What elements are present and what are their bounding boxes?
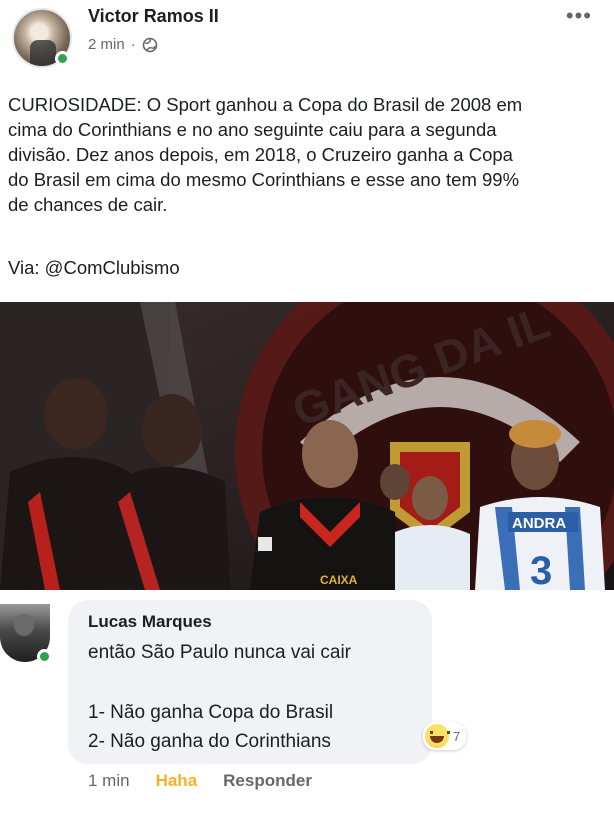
- meta-separator: ·: [130, 36, 136, 53]
- post-text-line: cima do Corinthians e no ano seguinte ca…: [8, 119, 497, 140]
- reaction-count: 7: [453, 728, 461, 744]
- comment-text-line: 1- Não ganha Copa do Brasil: [88, 702, 334, 723]
- globe-icon: [142, 37, 158, 53]
- post-photo[interactable]: GANG DA IL CAIXA ANDRA 3: [0, 302, 614, 590]
- svg-text:CAIXA: CAIXA: [320, 573, 358, 587]
- post-header: Victor Ramos II 2 min · •••: [0, 0, 614, 80]
- post-timestamp[interactable]: 2 min: [88, 36, 125, 53]
- comment-timestamp[interactable]: 1 min: [88, 771, 130, 791]
- comment-text-line: 2- Não ganha do Corinthians: [88, 731, 331, 752]
- comment-reaction-summary[interactable]: 7: [423, 722, 467, 750]
- comment-text-line: então São Paulo nunca vai cair: [88, 642, 352, 663]
- online-status-icon: [55, 51, 70, 66]
- haha-reaction-button[interactable]: Haha: [156, 771, 198, 791]
- jersey-sponsor: ANDRA: [512, 515, 566, 532]
- reply-button[interactable]: Responder: [223, 771, 312, 791]
- comment-actions: 1 min Haha Responder: [88, 771, 312, 791]
- haha-reaction-icon: [425, 724, 450, 748]
- author-avatar[interactable]: [12, 8, 72, 68]
- post-text-line: divisão. Dez anos depois, em 2018, o Cru…: [8, 144, 513, 165]
- comment-author-name[interactable]: Lucas Marques: [88, 612, 212, 632]
- commenter-avatar[interactable]: [0, 604, 52, 666]
- post-text: CURIOSIDADE: O Sport ganhou a Copa do Br…: [8, 92, 608, 217]
- post-text-line: do Brasil em cima do mesmo Corinthians e…: [8, 169, 520, 190]
- more-options-icon[interactable]: •••: [566, 5, 592, 27]
- photo-illustration: GANG DA IL CAIXA ANDRA 3: [0, 302, 614, 590]
- post-text-line: CURIOSIDADE: O Sport ganhou a Copa do Br…: [8, 94, 523, 115]
- commenter-online-icon: [37, 649, 52, 664]
- post-via-credit: Via: @ComClubismo: [8, 257, 180, 278]
- post-author-name[interactable]: Victor Ramos II: [88, 6, 219, 27]
- jersey-number: 3: [530, 549, 552, 590]
- post-meta: 2 min ·: [88, 36, 158, 53]
- post-text-line: de chances de cair.: [8, 194, 168, 215]
